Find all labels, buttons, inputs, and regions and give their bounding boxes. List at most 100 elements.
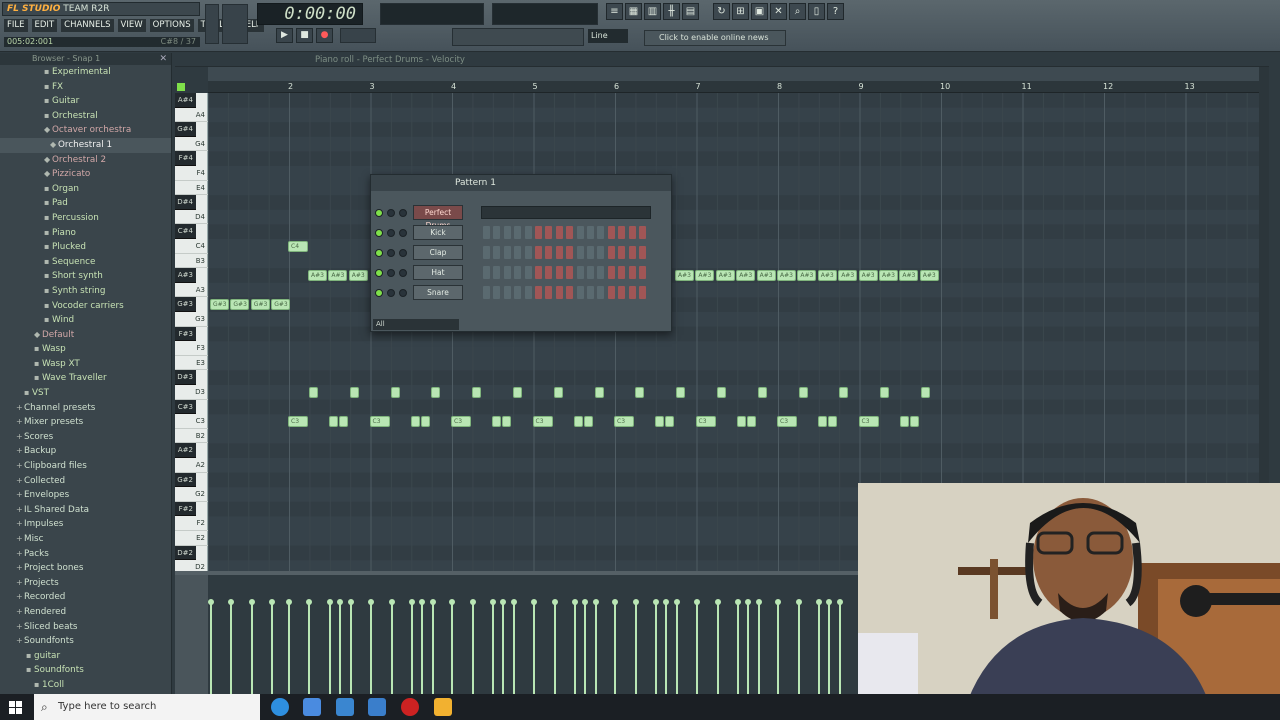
step-button[interactable]: [555, 266, 563, 279]
velocity-handle[interactable]: [286, 599, 292, 605]
step-button[interactable]: [535, 286, 542, 299]
step-button[interactable]: [555, 246, 563, 259]
piano-key[interactable]: E4: [175, 181, 208, 196]
midi-note[interactable]: [492, 416, 501, 428]
master-volume-knob[interactable]: [205, 4, 219, 44]
piano-key[interactable]: D#4: [175, 195, 196, 210]
step-button[interactable]: [597, 286, 605, 299]
midi-note[interactable]: A#3: [736, 270, 756, 282]
velocity-handle[interactable]: [571, 599, 578, 605]
browser-item[interactable]: ▪ Wasp XT: [0, 357, 171, 372]
velocity-handle[interactable]: [470, 599, 476, 605]
velocity-bar[interactable]: [757, 603, 760, 695]
velocity-handle[interactable]: [551, 599, 558, 605]
menu-options[interactable]: OPTIONS: [149, 19, 194, 32]
volume-knob[interactable]: [399, 229, 407, 237]
browser-item[interactable]: ◆ Pizzicato: [0, 167, 171, 182]
midi-note[interactable]: C3: [532, 416, 553, 428]
step-button[interactable]: [607, 266, 615, 279]
browser-item[interactable]: ▪ Wasp: [0, 342, 171, 357]
step-button[interactable]: [639, 226, 646, 239]
midi-note[interactable]: C3: [695, 416, 716, 428]
velocity-handle[interactable]: [337, 599, 343, 605]
step-button[interactable]: [597, 226, 605, 239]
step-button[interactable]: [514, 246, 522, 259]
save-icon[interactable]: ▣: [751, 3, 768, 20]
velocity-handle[interactable]: [775, 599, 781, 605]
piano-key[interactable]: C#4: [175, 224, 196, 239]
step-button[interactable]: [514, 226, 522, 239]
browser-item[interactable]: +Projects: [0, 576, 171, 591]
velocity-handle[interactable]: [693, 599, 700, 605]
browser-item[interactable]: +Recorded: [0, 590, 171, 605]
velocity-handle[interactable]: [592, 599, 599, 605]
piano-key[interactable]: A#2: [175, 443, 196, 458]
mute-led[interactable]: [375, 209, 383, 217]
browser-item[interactable]: +Scores: [0, 430, 171, 445]
channel-name-button[interactable]: Kick: [413, 225, 463, 240]
browser-item[interactable]: ▪ Experimental: [0, 65, 171, 80]
step-button[interactable]: [566, 286, 574, 299]
midi-note[interactable]: [472, 387, 482, 398]
velocity-bar[interactable]: [716, 603, 719, 695]
browser-item[interactable]: ▪ Pad: [0, 196, 171, 211]
channel-rack-title-bar[interactable]: Pattern 1: [371, 175, 671, 191]
midi-note[interactable]: C3: [288, 416, 308, 428]
step-button[interactable]: [587, 226, 594, 239]
velocity-bar[interactable]: [420, 603, 423, 695]
midi-note[interactable]: G#3: [210, 299, 229, 311]
velocity-bar[interactable]: [583, 603, 586, 695]
step-button[interactable]: [514, 266, 522, 279]
velocity-bar[interactable]: [410, 603, 413, 695]
velocity-handle[interactable]: [228, 599, 234, 605]
browser-item[interactable]: +Impulses: [0, 517, 171, 532]
velocity-handle[interactable]: [388, 599, 395, 605]
midi-note[interactable]: A#3: [879, 270, 898, 282]
piano-key[interactable]: G3: [175, 312, 208, 327]
volume-knob[interactable]: [399, 209, 407, 217]
search-icon[interactable]: ⌕: [789, 3, 806, 20]
mute-led[interactable]: [375, 269, 383, 277]
piano-key[interactable]: B2: [175, 429, 208, 444]
velocity-handle[interactable]: [449, 599, 455, 605]
channel-name-button[interactable]: Perfect Drums: [413, 205, 463, 230]
midi-note[interactable]: [420, 416, 430, 428]
browser-item[interactable]: ◆ Octaver orchestra: [0, 123, 171, 138]
step-button[interactable]: [545, 226, 553, 239]
browser-item[interactable]: +Channel presets: [0, 401, 171, 416]
midi-note[interactable]: [736, 416, 746, 428]
playlist-icon[interactable]: ≡: [606, 3, 623, 20]
step-button[interactable]: [618, 246, 626, 259]
step-button[interactable]: [566, 246, 574, 259]
velocity-handle[interactable]: [306, 599, 312, 605]
velocity-bar[interactable]: [839, 603, 841, 695]
piano-key[interactable]: F#4: [175, 151, 196, 166]
velocity-bar[interactable]: [655, 603, 657, 695]
velocity-bar[interactable]: [308, 603, 310, 695]
browser-item[interactable]: +IL Shared Data: [0, 503, 171, 518]
pan-knob[interactable]: [387, 289, 395, 297]
browser-item[interactable]: +Project bones: [0, 561, 171, 576]
store-icon[interactable]: [303, 698, 321, 716]
piano-roll-preview[interactable]: [481, 206, 651, 219]
timeline-ruler[interactable]: 2 3 4 5 6 7 8 9 10 11 12 13: [208, 81, 1269, 93]
velocity-bar[interactable]: [635, 603, 637, 695]
midi-note[interactable]: [818, 416, 827, 428]
midi-note[interactable]: C4: [288, 241, 308, 252]
velocity-bar[interactable]: [230, 603, 232, 695]
midi-note[interactable]: [757, 387, 767, 398]
mute-led[interactable]: [375, 289, 383, 297]
piano-key[interactable]: C4: [175, 239, 208, 254]
velocity-handle[interactable]: [367, 599, 374, 605]
browser-item[interactable]: ◆ Default: [0, 328, 171, 343]
piano-key[interactable]: D3: [175, 385, 208, 400]
velocity-bar[interactable]: [329, 603, 331, 695]
piano-key[interactable]: F2: [175, 516, 208, 531]
velocity-bar[interactable]: [431, 603, 434, 695]
step-button[interactable]: [555, 226, 563, 239]
step-button[interactable]: [483, 266, 490, 279]
record-button[interactable]: ●: [316, 28, 333, 43]
channel-rack-icon[interactable]: ▥: [644, 3, 661, 20]
record-app-icon[interactable]: [401, 698, 419, 716]
piano-keyboard[interactable]: A#4 A4 G#4 G4 F#4 F4 E4 D#4 D4 C#4 C4 B3 A#3 A3 G#3 G3 F…: [175, 93, 208, 575]
